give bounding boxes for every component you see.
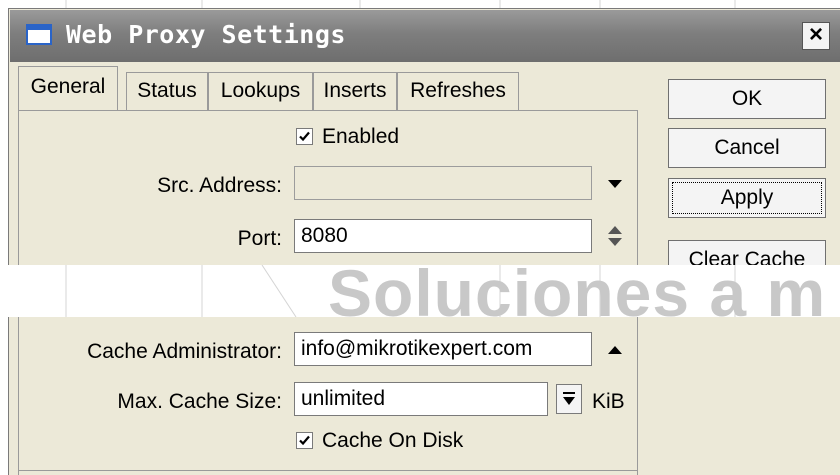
tab-inserts[interactable]: Inserts <box>313 72 397 110</box>
tab-general[interactable]: General <box>18 66 118 110</box>
cache-on-disk-checkbox[interactable] <box>296 432 313 449</box>
window-title: Web Proxy Settings <box>66 20 346 49</box>
max-cache-unit: KiB <box>592 390 625 413</box>
window-icon <box>26 24 52 45</box>
cancel-button[interactable]: Cancel <box>668 128 826 168</box>
watermark-band: Soluciones a m <box>0 265 840 317</box>
src-address-label: Src. Address: <box>157 174 282 197</box>
tab-lookups[interactable]: Lookups <box>208 72 313 110</box>
panel-bottom-line <box>18 470 638 471</box>
cache-admin-field[interactable]: info@mikrotikexpert.com <box>294 332 592 366</box>
apply-button[interactable]: Apply <box>668 178 826 218</box>
cache-admin-label: Cache Administrator: <box>87 340 282 363</box>
spinner-updown-icon[interactable] <box>605 223 625 249</box>
enabled-checkbox[interactable] <box>296 128 313 145</box>
title-bar[interactable]: Web Proxy Settings × <box>10 10 840 62</box>
enabled-label: Enabled <box>322 125 400 148</box>
dropdown-arrow-icon[interactable] <box>605 174 625 194</box>
collapse-up-icon[interactable] <box>605 340 625 360</box>
unit-dropdown-icon <box>563 392 575 405</box>
watermark-text: Soluciones a m <box>328 265 827 317</box>
ok-button[interactable]: OK <box>668 79 826 119</box>
cache-on-disk-label: Cache On Disk <box>322 429 464 452</box>
port-field[interactable]: 8080 <box>294 219 592 253</box>
port-label: Port: <box>237 227 282 250</box>
tab-status[interactable]: Status <box>126 72 208 110</box>
max-cache-label: Max. Cache Size: <box>117 390 282 413</box>
tab-refreshes[interactable]: Refreshes <box>397 72 519 110</box>
unit-dropdown-button[interactable] <box>556 384 582 414</box>
close-button[interactable]: × <box>802 22 830 50</box>
max-cache-field[interactable]: unlimited <box>294 382 548 416</box>
checkmark-icon <box>299 131 310 142</box>
focus-ring <box>672 182 822 214</box>
src-address-field[interactable] <box>294 166 592 200</box>
checkmark-icon <box>299 435 310 446</box>
